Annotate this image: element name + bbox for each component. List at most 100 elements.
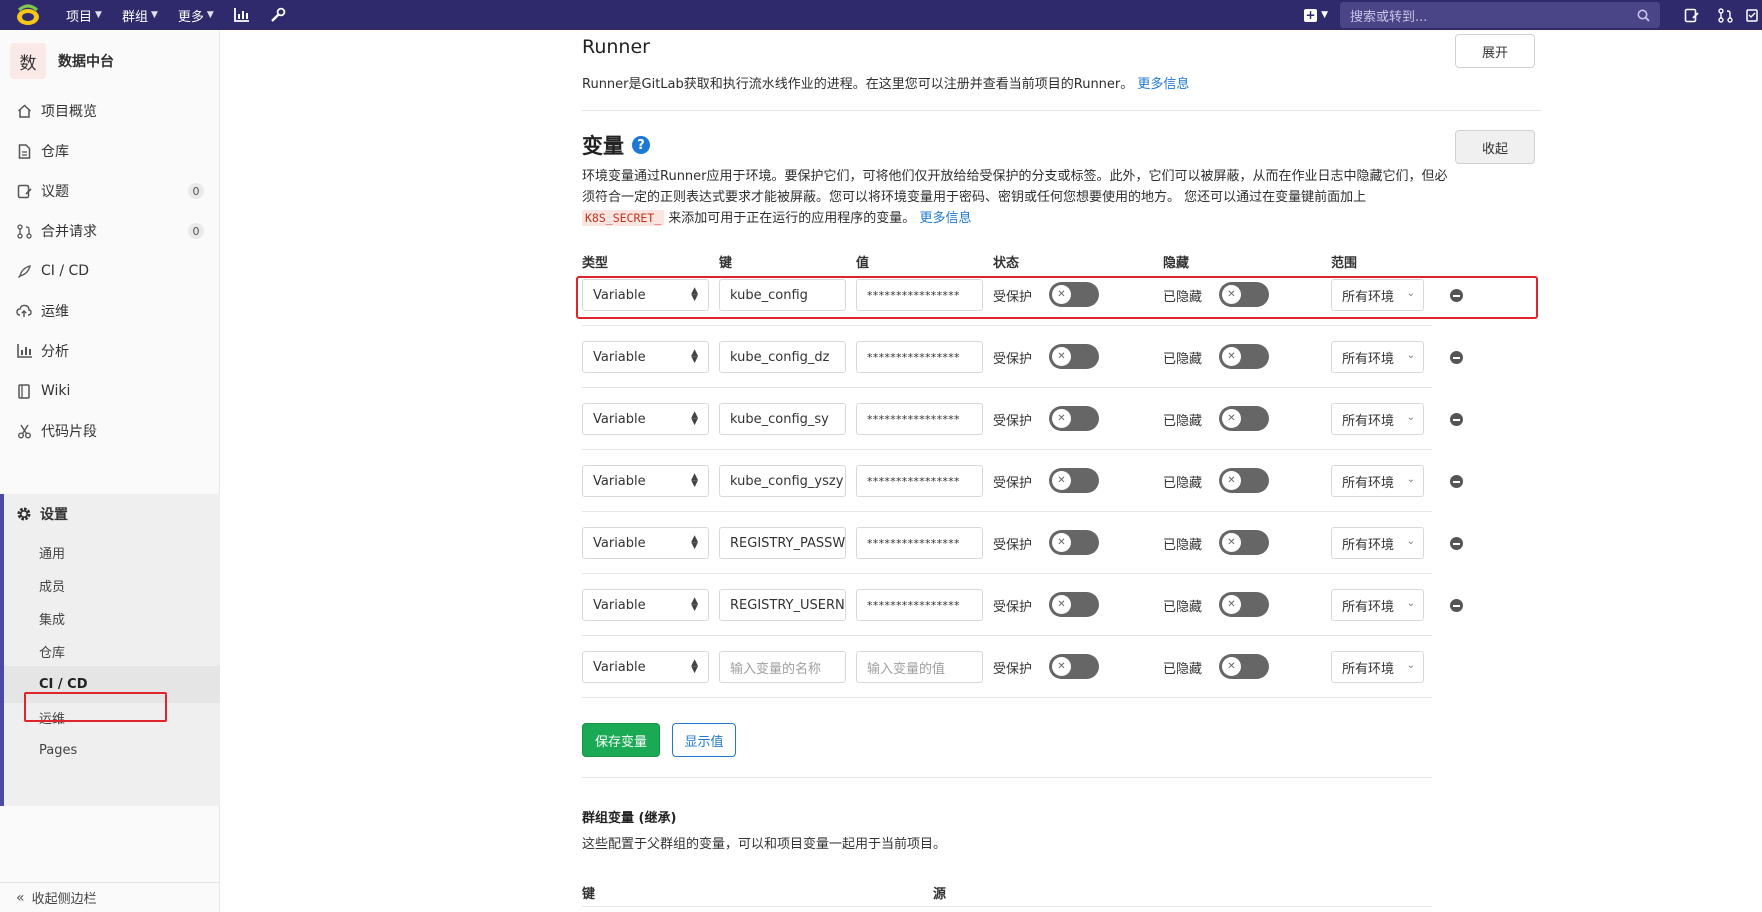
masked-toggle[interactable]: ✕ (1219, 530, 1269, 555)
environment-scope-dropdown[interactable]: 所有环境 ⌄ (1331, 403, 1424, 435)
settings-sub-integrations[interactable]: 集成 (4, 600, 220, 637)
environment-scope-dropdown[interactable]: 所有环境 ⌄ (1331, 341, 1424, 373)
document-icon (16, 143, 32, 159)
protected-toggle[interactable]: ✕ (1049, 592, 1099, 617)
environment-scope-dropdown[interactable]: 所有环境 ⌄ (1331, 465, 1424, 497)
masked-toggle[interactable]: ✕ (1219, 406, 1269, 431)
variable-type-select[interactable]: Variable ▲ ▼ (582, 465, 709, 497)
settings-sub-general[interactable]: 通用 (4, 534, 220, 571)
close-icon: ✕ (1222, 533, 1241, 552)
masked-label: 已隐藏 (1163, 476, 1203, 491)
variable-value-input[interactable]: **************** (856, 403, 983, 435)
remove-variable-button[interactable] (1450, 413, 1463, 426)
variable-key-input[interactable]: kube_config_sy (719, 403, 846, 435)
new-dropdown[interactable]: + ▼ (1292, 0, 1340, 30)
gitlab-logo-icon[interactable] (0, 0, 56, 30)
sidebar-item-settings[interactable]: 设置 (4, 494, 220, 534)
settings-sub-pages[interactable]: Pages (4, 732, 220, 769)
reveal-values-button[interactable]: 显示值 (672, 723, 736, 757)
protected-toggle[interactable]: ✕ (1049, 530, 1099, 555)
variable-value-input[interactable]: **************** (856, 465, 983, 497)
protected-toggle[interactable]: ✕ (1049, 406, 1099, 431)
masked-label: 已隐藏 (1163, 414, 1203, 429)
table-row: Variable ▲ ▼ kube_config_dz ****************… (582, 326, 1463, 388)
variable-key-input[interactable]: REGISTRY_USERN (719, 589, 846, 621)
environment-scope-dropdown[interactable]: 所有环境 ⌄ (1331, 527, 1424, 559)
masked-toggle[interactable]: ✕ (1219, 468, 1269, 493)
divider (582, 906, 1432, 907)
sidebar-item-analytics[interactable]: 分析 (0, 331, 220, 371)
close-icon: ✕ (1052, 409, 1071, 428)
variable-key-input[interactable]: REGISTRY_PASSW (719, 527, 846, 559)
collapse-sidebar-button[interactable]: « 收起侧边栏 (0, 882, 220, 912)
settings-sub-repository[interactable]: 仓库 (4, 633, 220, 670)
chevron-down-icon: ▼ (150, 10, 158, 20)
variable-type-select[interactable]: Variable ▲ ▼ (582, 527, 709, 559)
collapse-button[interactable]: 收起 (1455, 130, 1535, 164)
masked-toggle[interactable]: ✕ (1219, 592, 1269, 617)
nav-projects[interactable]: 项目 ▼ (56, 0, 112, 30)
project-name: 数据中台 (58, 54, 114, 70)
sidebar-item-wiki[interactable]: Wiki (0, 371, 220, 411)
merge-requests-icon[interactable] (1708, 0, 1742, 30)
save-variables-button[interactable]: 保存变量 (582, 723, 660, 757)
masked-label: 已隐藏 (1163, 600, 1203, 615)
variable-type-select[interactable]: Variable ▲ ▼ (582, 651, 709, 683)
protected-label: 受保护 (993, 600, 1033, 615)
protected-toggle[interactable]: ✕ (1049, 654, 1099, 679)
variable-value-input[interactable]: **************** (856, 527, 983, 559)
remove-variable-button[interactable] (1450, 351, 1463, 364)
remove-variable-button[interactable] (1450, 599, 1463, 612)
runner-more-info-link[interactable]: 更多信息 (1137, 77, 1189, 92)
book-icon (16, 383, 32, 399)
variable-key-input[interactable]: kube_config_dz (719, 341, 846, 373)
wrench-icon[interactable] (260, 0, 296, 30)
scissors-icon (16, 423, 32, 439)
variable-type-select[interactable]: Variable ▲ ▼ (582, 341, 709, 373)
chevron-down-icon: ⌄ (1404, 350, 1415, 361)
variable-key-input[interactable]: 输入变量的名称 (719, 651, 846, 683)
sidebar-item-issues[interactable]: 议题 0 (0, 171, 220, 211)
project-header[interactable]: 数 数据中台 (0, 33, 219, 89)
sidebar-item-merge-requests[interactable]: 合并请求 0 (0, 211, 220, 251)
variables-more-info-link[interactable]: 更多信息 (919, 211, 971, 226)
protected-toggle[interactable]: ✕ (1049, 468, 1099, 493)
todos-icon[interactable] (1742, 0, 1762, 30)
environment-scope-dropdown[interactable]: 所有环境 ⌄ (1331, 589, 1424, 621)
variable-key-input[interactable]: kube_config_yszy (719, 465, 846, 497)
protected-toggle[interactable]: ✕ (1049, 344, 1099, 369)
runner-description: Runner是GitLab获取和执行流水线作业的进程。在这里您可以注册并查看当前… (582, 77, 1190, 92)
variables-description: 环境变量通过Runner应用于环境。要保护它们，可将他们仅开放给给受保护的分支或… (582, 169, 1448, 226)
variable-value-input[interactable]: **************** (856, 589, 983, 621)
variable-type-select[interactable]: Variable ▲ ▼ (582, 403, 709, 435)
variable-value-input[interactable]: **************** (856, 341, 983, 373)
issues-icon[interactable] (1674, 0, 1708, 30)
variable-value-input[interactable]: 输入变量的值 (856, 651, 983, 683)
masked-toggle[interactable]: ✕ (1219, 654, 1269, 679)
remove-variable-button[interactable] (1450, 475, 1463, 488)
nav-groups[interactable]: 群组 ▼ (112, 0, 168, 30)
sidebar-item-ci-cd[interactable]: CI / CD (0, 251, 220, 291)
expand-button[interactable]: 展开 (1455, 34, 1535, 68)
close-icon: ✕ (1052, 471, 1071, 490)
analytics-icon[interactable] (224, 0, 260, 30)
highlight-box (24, 692, 167, 722)
settings-sub-members[interactable]: 成员 (4, 567, 220, 604)
sidebar-item-repository[interactable]: 仓库 (0, 131, 220, 171)
sidebar-item-overview[interactable]: 项目概览 (0, 91, 220, 131)
nav-more[interactable]: 更多 ▼ (168, 0, 224, 30)
variable-type-select[interactable]: Variable ▲ ▼ (582, 589, 709, 621)
merge-request-icon (16, 223, 32, 239)
remove-variable-button[interactable] (1450, 537, 1463, 550)
masked-toggle[interactable]: ✕ (1219, 344, 1269, 369)
question-circle-icon[interactable]: ? (632, 136, 650, 154)
table-row: Variable ▲ ▼ kube_config_yszy **************… (582, 450, 1463, 512)
highlight-box (576, 276, 1538, 319)
sidebar-item-snippets[interactable]: 代码片段 (0, 411, 220, 451)
sidebar-item-operations[interactable]: 运维 (0, 291, 220, 331)
protected-label: 受保护 (993, 414, 1033, 429)
search-input[interactable]: 搜索或转到... (1340, 2, 1660, 28)
chevron-down-icon: ⌄ (1404, 474, 1415, 485)
group-column-key: 键 (582, 887, 596, 902)
environment-scope-dropdown[interactable]: 所有环境 ⌄ (1331, 651, 1424, 683)
